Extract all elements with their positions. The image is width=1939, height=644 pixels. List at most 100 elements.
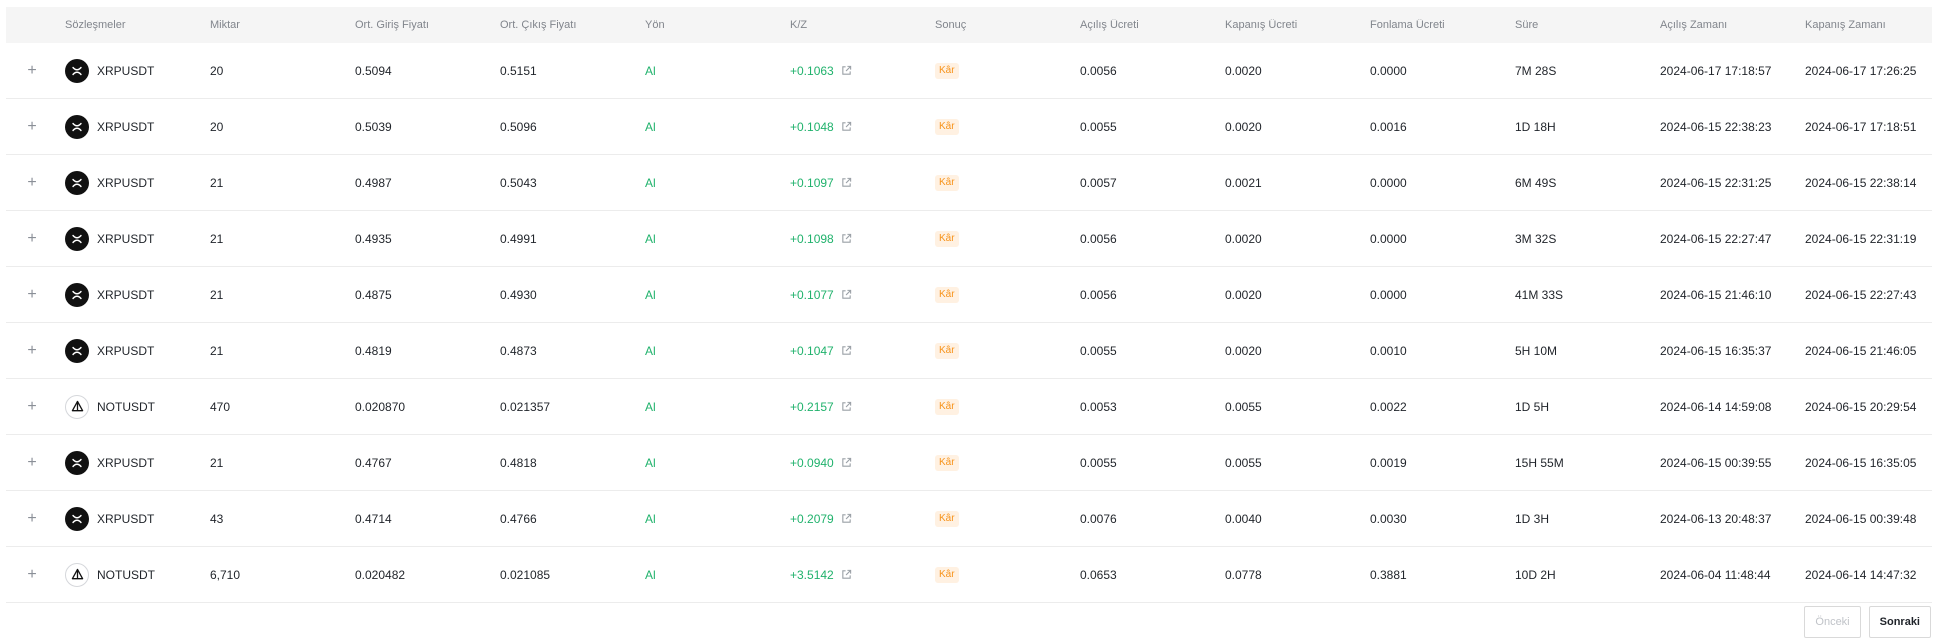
plus-icon[interactable]: + bbox=[22, 342, 42, 360]
quantity: 21 bbox=[210, 455, 224, 470]
avg-entry-price: 0.4767 bbox=[355, 455, 392, 470]
result-badge: Kâr bbox=[935, 455, 959, 471]
duration: 1D 3H bbox=[1515, 511, 1550, 526]
notcoin-logo-icon bbox=[65, 394, 89, 419]
xrp-logo-icon bbox=[65, 226, 89, 251]
pnl: +0.1097 bbox=[790, 176, 852, 190]
close-time: 2024-06-15 22:31:19 bbox=[1805, 231, 1917, 246]
quantity: 20 bbox=[210, 63, 224, 78]
contract-cell: NOTUSDT bbox=[65, 562, 210, 587]
external-link-icon[interactable] bbox=[841, 65, 852, 76]
open-time: 2024-06-15 22:38:23 bbox=[1660, 119, 1772, 134]
table-row[interactable]: + XRPUSDT 20 0.5039 0.5096 Al +0.1048 Kâ… bbox=[6, 99, 1932, 155]
close-fee: 0.0055 bbox=[1225, 455, 1262, 470]
avg-exit-price: 0.5043 bbox=[500, 175, 537, 190]
avg-entry-price: 0.5094 bbox=[355, 63, 392, 78]
plus-icon[interactable]: + bbox=[22, 62, 42, 80]
side: Al bbox=[645, 399, 656, 414]
previous-page-button[interactable]: Önceki bbox=[1804, 606, 1861, 638]
col-header-avg-entry-price: Ort. Giriş Fiyatı bbox=[355, 19, 429, 31]
close-time: 2024-06-15 22:27:43 bbox=[1805, 287, 1917, 302]
col-header-close-fee: Kapanış Ücreti bbox=[1225, 19, 1298, 31]
result-badge: Kâr bbox=[935, 119, 959, 135]
avg-exit-price: 0.4991 bbox=[500, 231, 537, 246]
quantity: 21 bbox=[210, 175, 224, 190]
quantity: 21 bbox=[210, 231, 224, 246]
table-row[interactable]: + XRPUSDT 21 0.4767 0.4818 Al +0.0940 Kâ… bbox=[6, 435, 1932, 491]
pnl-value: +0.2157 bbox=[790, 399, 834, 414]
duration: 41M 33S bbox=[1515, 287, 1564, 302]
table-row[interactable]: + XRPUSDT 21 0.4875 0.4930 Al +0.1077 Kâ… bbox=[6, 267, 1932, 323]
open-time: 2024-06-15 21:46:10 bbox=[1660, 287, 1772, 302]
xrp-logo-icon bbox=[65, 170, 89, 195]
avg-exit-price: 0.4930 bbox=[500, 287, 537, 302]
pnl: +0.2079 bbox=[790, 512, 852, 526]
funding-fee: 0.0000 bbox=[1370, 63, 1407, 78]
external-link-icon[interactable] bbox=[841, 513, 852, 524]
quantity: 470 bbox=[210, 399, 231, 414]
external-link-icon[interactable] bbox=[841, 569, 852, 580]
table-row[interactable]: + XRPUSDT 21 0.4987 0.5043 Al +0.1097 Kâ… bbox=[6, 155, 1932, 211]
side: Al bbox=[645, 175, 656, 190]
duration: 3M 32S bbox=[1515, 231, 1557, 246]
avg-exit-price: 0.4766 bbox=[500, 511, 537, 526]
plus-icon[interactable]: + bbox=[22, 566, 42, 584]
external-link-icon[interactable] bbox=[841, 121, 852, 132]
table-row[interactable]: + XRPUSDT 20 0.5094 0.5151 Al +0.1063 Kâ… bbox=[6, 43, 1932, 99]
xrp-logo-icon bbox=[65, 58, 89, 83]
duration: 6M 49S bbox=[1515, 175, 1557, 190]
plus-icon[interactable]: + bbox=[22, 286, 42, 304]
result-badge: Kâr bbox=[935, 287, 959, 303]
plus-icon[interactable]: + bbox=[22, 174, 42, 192]
table-row[interactable]: + NOTUSDT 470 0.020870 0.021357 Al +0.21… bbox=[6, 379, 1932, 435]
external-link-icon[interactable] bbox=[841, 457, 852, 468]
table-row[interactable]: + NOTUSDT 6,710 0.020482 0.021085 Al +3.… bbox=[6, 547, 1932, 603]
col-header-close-time: Kapanış Zamanı bbox=[1805, 19, 1886, 31]
open-time: 2024-06-04 11:48:44 bbox=[1660, 567, 1771, 582]
open-fee: 0.0055 bbox=[1080, 119, 1117, 134]
plus-icon[interactable]: + bbox=[22, 118, 42, 136]
close-fee: 0.0040 bbox=[1225, 511, 1262, 526]
table-row[interactable]: + XRPUSDT 21 0.4935 0.4991 Al +0.1098 Kâ… bbox=[6, 211, 1932, 267]
pnl-value: +0.1077 bbox=[790, 287, 834, 302]
external-link-icon[interactable] bbox=[841, 177, 852, 188]
external-link-icon[interactable] bbox=[841, 401, 852, 412]
col-header-open-fee: Açılış Ücreti bbox=[1080, 19, 1139, 31]
plus-icon[interactable]: + bbox=[22, 454, 42, 472]
contract-cell: XRPUSDT bbox=[65, 114, 210, 139]
plus-icon[interactable]: + bbox=[22, 230, 42, 248]
external-link-icon[interactable] bbox=[841, 345, 852, 356]
external-link-icon[interactable] bbox=[841, 289, 852, 300]
symbol: XRPUSDT bbox=[97, 455, 155, 470]
close-fee: 0.0020 bbox=[1225, 119, 1262, 134]
col-header-contracts: Sözleşmeler bbox=[65, 19, 126, 31]
symbol: XRPUSDT bbox=[97, 511, 155, 526]
close-fee: 0.0020 bbox=[1225, 287, 1262, 302]
avg-exit-price: 0.4873 bbox=[500, 343, 537, 358]
close-fee: 0.0020 bbox=[1225, 63, 1262, 78]
pnl-value: +0.0940 bbox=[790, 455, 834, 470]
avg-exit-price: 0.4818 bbox=[500, 455, 537, 470]
external-link-icon[interactable] bbox=[841, 233, 852, 244]
table-row[interactable]: + XRPUSDT 43 0.4714 0.4766 Al +0.2079 Kâ… bbox=[6, 491, 1932, 547]
pnl: +0.1077 bbox=[790, 288, 852, 302]
quantity: 21 bbox=[210, 343, 224, 358]
duration: 15H 55M bbox=[1515, 455, 1564, 470]
result-badge: Kâr bbox=[935, 567, 959, 583]
plus-icon[interactable]: + bbox=[22, 398, 42, 416]
funding-fee: 0.0000 bbox=[1370, 231, 1407, 246]
position-history-table: Sözleşmeler Miktar Ort. Giriş Fiyatı Ort… bbox=[6, 7, 1932, 603]
pnl: +0.1098 bbox=[790, 232, 852, 246]
avg-entry-price: 0.4987 bbox=[355, 175, 392, 190]
table-row[interactable]: + XRPUSDT 21 0.4819 0.4873 Al +0.1047 Kâ… bbox=[6, 323, 1932, 379]
duration: 7M 28S bbox=[1515, 63, 1557, 78]
next-page-button[interactable]: Sonraki bbox=[1868, 606, 1931, 638]
pnl-value: +0.1098 bbox=[790, 231, 834, 246]
col-header-result: Sonuç bbox=[935, 19, 967, 31]
plus-icon[interactable]: + bbox=[22, 510, 42, 528]
open-time: 2024-06-15 00:39:55 bbox=[1660, 455, 1772, 470]
side: Al bbox=[645, 511, 656, 526]
avg-entry-price: 0.020482 bbox=[355, 567, 406, 582]
symbol: XRPUSDT bbox=[97, 63, 155, 78]
avg-exit-price: 0.021085 bbox=[500, 567, 551, 582]
